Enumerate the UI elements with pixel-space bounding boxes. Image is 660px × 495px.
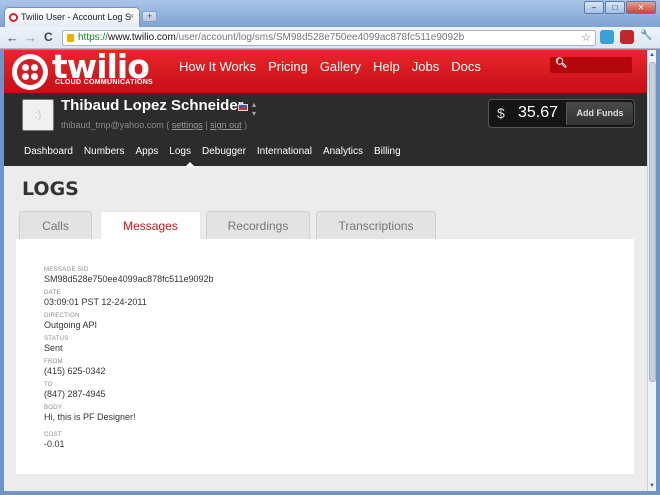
account-email-line: thibaud_tmp@yahoo.com ( settings | sign … — [61, 120, 248, 130]
address-bar[interactable]: https://www.twilio.com/user/account/log/… — [62, 30, 596, 46]
logo-subtitle: CLOUD COMMUNICATIONS — [55, 79, 154, 86]
account-email: thibaud_tmp@yahoo.com — [61, 120, 164, 130]
field-label: DATE — [44, 290, 61, 296]
back-arrow-icon[interactable]: ← — [6, 30, 19, 45]
currency-symbol: $ — [497, 105, 505, 121]
page-title: LOGS — [22, 178, 79, 200]
scrollbar-thumb[interactable] — [649, 62, 656, 382]
browser-tab[interactable]: Twilio User - Account Log S × — [4, 7, 140, 27]
field-value: (847) 287-4945 — [44, 389, 106, 399]
subnav-logs[interactable]: Logs — [169, 146, 191, 157]
reload-icon[interactable]: C — [44, 30, 53, 44]
balance-amount: 35.67 — [518, 104, 559, 121]
field-from: FROM (415) 625-0342 — [44, 359, 106, 377]
subnav-apps[interactable]: Apps — [136, 146, 159, 157]
new-tab-button[interactable]: + — [142, 11, 157, 22]
us-flag-icon[interactable] — [238, 104, 248, 111]
twilio-header: twilio CLOUD COMMUNICATIONS How It Works… — [4, 50, 647, 93]
lock-icon — [67, 34, 74, 42]
field-label: BODY — [44, 405, 63, 411]
twilio-favicon-icon — [9, 13, 18, 22]
subnav-debugger[interactable]: Debugger — [202, 146, 246, 157]
balance-widget: $ 35.67 Add Funds — [488, 99, 635, 128]
field-status: STATUS Sent — [44, 336, 69, 354]
url-path: /user/account/log/sms/SM98d528e750ee4099… — [175, 32, 465, 43]
active-subnav-indicator — [185, 162, 195, 167]
field-label: DIRECTION — [44, 313, 80, 319]
field-date: DATE 03:09:01 PST 12-24-2011 — [44, 290, 147, 308]
window-controls: – □ ✕ — [584, 1, 656, 14]
field-value: SM98d528e750ee4099ac878fc511e9092b — [44, 274, 214, 284]
main-nav: How It Works Pricing Gallery Help Jobs D… — [179, 59, 481, 74]
sign-out-link[interactable]: sign out — [210, 120, 242, 130]
field-label: FROM — [44, 359, 63, 365]
nav-help[interactable]: Help — [373, 59, 400, 74]
subnav-international[interactable]: International — [257, 146, 312, 157]
browser-titlebar: Twilio User - Account Log S × + – □ ✕ — [0, 0, 660, 27]
flag-dropdown-icon[interactable]: ▴ ▾ — [252, 100, 256, 118]
page-viewport: twilio CLOUD COMMUNICATIONS How It Works… — [4, 50, 647, 491]
field-to: TO (847) 287-4945 — [44, 382, 106, 400]
field-value: Hi, this is PF Designer! — [44, 412, 136, 422]
field-label: TO — [44, 382, 53, 388]
nav-pricing[interactable]: Pricing — [268, 59, 308, 74]
tab-title: Twilio User - Account Log S — [21, 12, 132, 22]
nav-how-it-works[interactable]: How It Works — [179, 59, 256, 74]
field-direction: DIRECTION Outgoing API — [44, 313, 97, 331]
subnav-dashboard[interactable]: Dashboard — [24, 146, 73, 157]
tab-messages[interactable]: Messages — [100, 211, 201, 241]
account-subnav: Dashboard Numbers Apps Logs Debugger Int… — [24, 146, 401, 157]
close-window-button[interactable]: ✕ — [626, 1, 656, 14]
message-detail-panel: MESSAGE SID SM98d528e750ee4099ac878fc511… — [16, 239, 634, 474]
field-cost: COST -0.01 — [44, 432, 65, 450]
account-header: :) Thibaud Lopez Schneider ▴ ▾ thibaud_tm… — [4, 93, 647, 167]
forward-arrow-icon[interactable]: → — [24, 30, 37, 45]
subnav-numbers[interactable]: Numbers — [84, 146, 125, 157]
scroll-down-icon[interactable]: ▼ — [649, 483, 655, 489]
site-search-input[interactable]: 🔍︎ — [550, 57, 632, 73]
field-value: (415) 625-0342 — [44, 366, 106, 376]
avatar[interactable]: :) — [22, 99, 54, 131]
tab-calls[interactable]: Calls — [19, 211, 92, 239]
url-scheme: https:// — [78, 32, 109, 43]
field-message-sid: MESSAGE SID SM98d528e750ee4099ac878fc511… — [44, 267, 214, 285]
scroll-up-icon[interactable]: ▲ — [649, 52, 655, 58]
search-icon: 🔍︎ — [555, 58, 568, 69]
tab-recordings[interactable]: Recordings — [206, 211, 310, 239]
browser-toolbar: ← → C https://www.twilio.com/user/accoun… — [0, 27, 660, 49]
tab-close-icon[interactable]: × — [129, 11, 134, 21]
nav-jobs[interactable]: Jobs — [412, 59, 439, 74]
wrench-icon[interactable]: 🔧 — [640, 30, 652, 41]
field-label: MESSAGE SID — [44, 267, 89, 273]
settings-link[interactable]: settings — [172, 120, 203, 130]
field-value: 03:09:01 PST 12-24-2011 — [44, 297, 147, 307]
subnav-billing[interactable]: Billing — [374, 146, 401, 157]
field-value: Sent — [44, 343, 63, 353]
bookmark-star-icon[interactable]: ☆ — [581, 31, 591, 45]
field-value: Outgoing API — [44, 320, 98, 330]
url-host: www.twilio.com — [108, 32, 176, 43]
nav-docs[interactable]: Docs — [451, 59, 481, 74]
skype-extension-icon[interactable] — [600, 30, 614, 44]
field-value: -0.01 — [44, 439, 65, 449]
nav-gallery[interactable]: Gallery — [320, 59, 361, 74]
subnav-analytics[interactable]: Analytics — [323, 146, 363, 157]
twilio-logo-icon[interactable] — [12, 54, 48, 90]
field-body: BODY Hi, this is PF Designer! — [44, 405, 136, 423]
maximize-button[interactable]: □ — [605, 1, 625, 14]
account-name: Thibaud Lopez Schneider — [61, 97, 244, 114]
tab-transcriptions[interactable]: Transcriptions — [316, 211, 436, 239]
add-funds-button[interactable]: Add Funds — [566, 102, 633, 125]
field-label: COST — [44, 432, 62, 438]
minimize-button[interactable]: – — [584, 1, 604, 14]
field-label: STATUS — [44, 336, 69, 342]
vertical-scrollbar[interactable]: ▲ ▼ — [647, 50, 656, 491]
adblock-extension-icon[interactable] — [620, 30, 634, 44]
